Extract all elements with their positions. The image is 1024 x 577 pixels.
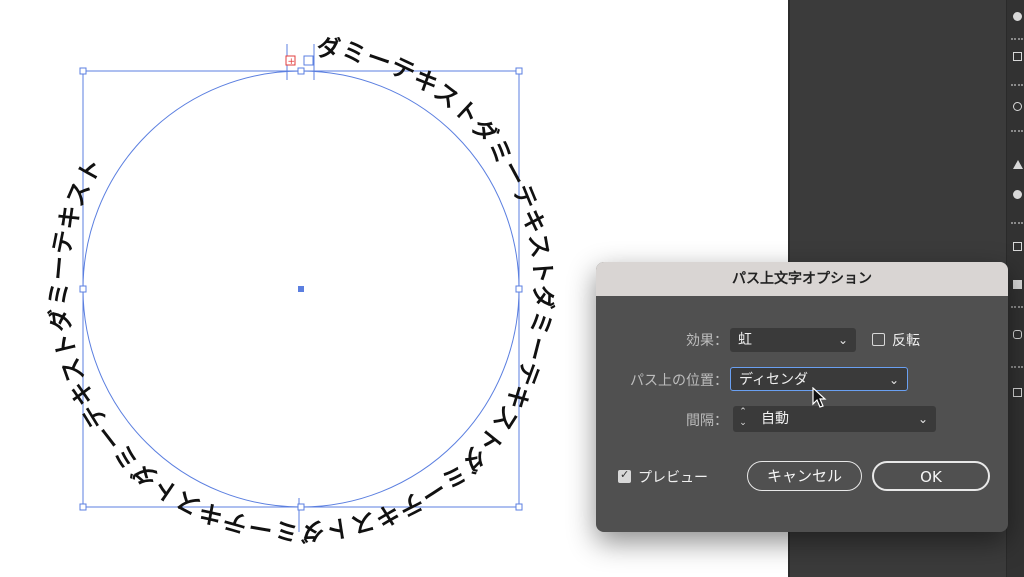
center-point[interactable] xyxy=(298,286,304,292)
spacing-label: 間隔： xyxy=(686,413,728,429)
handle-bottom-mid[interactable] xyxy=(297,503,305,511)
effect-value: 虹 xyxy=(738,332,752,348)
chevron-down-icon: ⌄ xyxy=(837,333,848,347)
dock-grip[interactable] xyxy=(1011,306,1023,310)
handle-top-mid[interactable] xyxy=(297,67,305,75)
preview-label[interactable]: プレビュー xyxy=(638,467,708,487)
spacing-select[interactable]: 自動 ⌄ xyxy=(753,406,936,432)
handle-bottom-left[interactable] xyxy=(79,503,87,511)
effect-select[interactable]: 虹 ⌄ xyxy=(730,328,856,352)
dock-sun-icon[interactable] xyxy=(1013,102,1022,111)
spacing-stepper[interactable]: ⌃ ⌄ xyxy=(733,406,753,432)
panel-dock xyxy=(1006,0,1024,577)
mouse-cursor-icon xyxy=(812,387,827,408)
effect-label: 効果： xyxy=(686,333,728,349)
spacing-value: 自動 xyxy=(761,411,789,427)
dock-triangle-icon[interactable] xyxy=(1013,160,1023,169)
dialog-title[interactable]: パス上文字オプション xyxy=(596,262,1008,296)
dock-swatch-icon[interactable] xyxy=(1013,280,1022,289)
dock-drop-icon[interactable] xyxy=(1013,190,1022,199)
out-port-marker[interactable] xyxy=(303,55,314,66)
align-value: ディセンダ xyxy=(739,372,809,388)
handle-mid-left[interactable] xyxy=(79,285,87,293)
preview-checkbox[interactable] xyxy=(618,468,631,483)
type-on-path-options-dialog: パス上文字オプション 効果： 虹 ⌄ 反転 パス上の位置： ディセンダ ⌄ 間隔… xyxy=(596,262,1008,532)
ok-button[interactable]: OK xyxy=(872,461,990,491)
dock-doc-icon[interactable] xyxy=(1013,388,1022,397)
flip-checkbox[interactable] xyxy=(872,333,885,346)
handle-mid-right[interactable] xyxy=(515,285,523,293)
dock-grip[interactable] xyxy=(1011,84,1023,88)
dock-grip[interactable] xyxy=(1011,222,1023,226)
chevron-down-icon: ⌄ xyxy=(888,373,899,387)
in-port-plus-icon: + xyxy=(288,57,296,67)
chevron-down-icon: ⌄ xyxy=(917,412,928,426)
dock-link-icon[interactable] xyxy=(1013,330,1022,339)
dock-layers-icon[interactable] xyxy=(1013,242,1022,251)
flip-label[interactable]: 反転 xyxy=(892,330,920,350)
cancel-button[interactable]: キャンセル xyxy=(747,461,862,491)
handle-top-left[interactable] xyxy=(79,67,87,75)
dock-square-icon[interactable] xyxy=(1013,52,1022,61)
dock-circle-icon[interactable] xyxy=(1013,12,1022,21)
dock-grip[interactable] xyxy=(1011,38,1023,42)
align-label: パス上の位置： xyxy=(630,373,728,389)
dock-grip[interactable] xyxy=(1011,130,1023,134)
handle-bottom-right[interactable] xyxy=(515,503,523,511)
handle-top-right[interactable] xyxy=(515,67,523,75)
dock-grip[interactable] xyxy=(1011,366,1023,370)
